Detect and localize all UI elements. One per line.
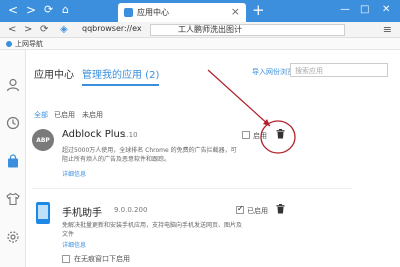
address-toolbar: < > ⟳ ◈ qqbrowser://ex 工人鹏师洗出图计 ≡ <box>0 22 400 38</box>
enable-status-label: 启用 <box>253 132 267 140</box>
tab-favicon-icon <box>124 8 133 17</box>
filter-disabled[interactable]: 未启用 <box>82 110 103 120</box>
tab-my-apps[interactable]: 管理我的应用 (2) <box>82 66 160 86</box>
shopping-bag-icon[interactable] <box>4 152 22 170</box>
extension-name: 手机助手 <box>62 208 102 219</box>
incognito-label: 在无痕窗口下启用 <box>74 255 130 263</box>
address-url[interactable]: qqbrowser://ex <box>82 24 142 33</box>
maximize-icon[interactable]: □ <box>360 4 369 15</box>
divider <box>32 188 352 189</box>
refresh-icon[interactable]: ⟳ <box>44 3 53 16</box>
phone-icon <box>36 202 50 224</box>
back-icon[interactable]: < <box>8 3 18 17</box>
bookmarks-bar: 上网导航 <box>0 38 400 50</box>
user-icon[interactable] <box>4 76 22 94</box>
filter-all[interactable]: 全部 <box>34 110 48 120</box>
extension-details-link[interactable]: 详细信息 <box>62 169 86 178</box>
home-icon[interactable]: ⌂ <box>62 3 69 16</box>
active-tab[interactable]: 应用中心 × <box>118 3 246 22</box>
delete-trash-icon[interactable] <box>276 204 285 214</box>
bookmark-icon <box>6 41 12 47</box>
history-clock-icon[interactable] <box>4 114 22 132</box>
extension-description: 免解决批量更新和安装手机应用，支持电脑向手机发送网页、图片及文件 <box>62 222 243 238</box>
sidebar <box>0 50 26 267</box>
extension-description: 超过5000万人使用，全球排名 Chrome 的免费的广告拦截器，可阻止所有烦人… <box>62 147 237 163</box>
extension-version: 9.0.0.200 <box>114 206 148 214</box>
tab-close-icon[interactable]: × <box>231 5 240 18</box>
tab-title: 应用中心 <box>137 8 169 17</box>
main-content: 应用中心 管理我的应用 (2) 导入网份浏览器应用 搜索应用 全部 已启用 未启… <box>26 50 400 267</box>
back-nav-icon[interactable]: < <box>8 24 16 35</box>
bookmark-item[interactable]: 上网导航 <box>15 39 43 49</box>
reload-icon[interactable]: ⟳ <box>40 24 48 35</box>
filter-enabled[interactable]: 已启用 <box>54 110 75 120</box>
delete-trash-icon[interactable] <box>276 129 285 139</box>
address-page-title: 工人鹏师洗出图计 <box>178 25 242 34</box>
menu-icon[interactable]: ≡ <box>383 23 392 36</box>
forward-nav-icon[interactable]: > <box>24 24 32 35</box>
window-close-icon[interactable]: ✕ <box>382 4 390 15</box>
settings-gear-icon[interactable] <box>4 228 22 246</box>
forward-icon[interactable]: > <box>26 3 36 17</box>
extension-name: Adblock Plus <box>62 129 126 140</box>
tab-bar: < > ⟳ ⌂ 应用中心 × + — □ ✕ <box>0 0 400 22</box>
extension-details-link[interactable]: 详细信息 <box>62 240 86 249</box>
minimize-icon[interactable]: — <box>340 4 350 15</box>
new-tab-button[interactable]: + <box>252 1 265 19</box>
enable-checkbox[interactable] <box>242 131 250 139</box>
shield-icon: ◈ <box>60 24 68 35</box>
enable-checkbox[interactable] <box>236 204 244 214</box>
enable-status-label: 已启用 <box>247 207 268 215</box>
tab-app-center[interactable]: 应用中心 <box>34 66 74 81</box>
extension-version: 1.10 <box>122 131 138 139</box>
adblock-icon: ABP <box>32 129 54 151</box>
search-input[interactable]: 搜索应用 <box>290 63 388 77</box>
incognito-checkbox[interactable] <box>62 255 70 263</box>
shirt-icon[interactable] <box>4 190 22 208</box>
